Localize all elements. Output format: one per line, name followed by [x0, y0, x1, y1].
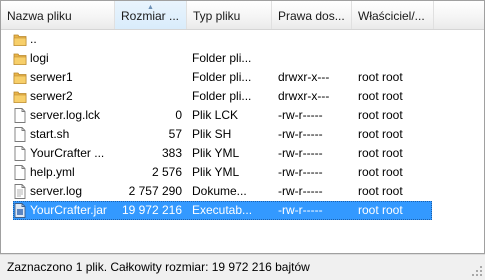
file-row[interactable]: server.log 2 757 290 Dokume... -rw-r----- ro… [1, 182, 484, 201]
resize-grip-icon[interactable] [471, 265, 483, 277]
file-type: Plik LCK [192, 108, 239, 122]
file-name-label: help.yml [30, 165, 75, 179]
folder-icon [13, 51, 27, 66]
file-name: .. [13, 30, 115, 49]
folder-icon [13, 32, 27, 47]
column-header-bar: Nazwa pliku ▲ Rozmiar ... Typ pliku Praw… [1, 1, 484, 30]
file-row[interactable]: serwer2 Folder pli... drwxr-x--- root root [1, 87, 484, 106]
file-permissions [278, 30, 348, 49]
file-name-label: YourCrafter ... [30, 146, 105, 160]
file-permissions: -rw-r----- [278, 184, 323, 198]
file-type: Plik YML [192, 146, 240, 160]
file-size: 0 [175, 108, 182, 122]
file-name-label: .. [30, 32, 37, 46]
file-row[interactable]: YourCrafter.jar 19 972 216 Executab... -rw-… [1, 201, 484, 220]
file-owner: root root [358, 70, 403, 84]
file-name: serwer1 [13, 68, 115, 87]
file-permissions [278, 49, 348, 68]
file-size: 57 [168, 127, 182, 141]
file-permissions: -rw-r----- [278, 146, 323, 160]
file-size [115, 87, 182, 106]
column-header-size-label: Rozmiar ... [121, 9, 180, 23]
file-permissions: -rw-r----- [278, 203, 323, 217]
folder-icon [13, 70, 27, 85]
file-owner: root root [358, 127, 403, 141]
sort-ascending-icon: ▲ [147, 4, 154, 11]
file-row[interactable]: server.log.lck 0 Plik LCK -rw-r----- root ro… [1, 106, 484, 125]
file-name-label: serwer2 [30, 89, 73, 103]
file-owner: root root [358, 89, 403, 103]
status-text: Zaznaczono 1 plik. Całkowity rozmiar: 19… [7, 260, 310, 274]
file-name: serwer2 [13, 87, 115, 106]
file-name-label: server.log [30, 184, 83, 198]
file-size [115, 30, 182, 49]
file-name-label: server.log.lck [30, 108, 101, 122]
jar-file-icon [13, 203, 27, 218]
file-name: logi [13, 49, 115, 68]
file-list-pane[interactable]: Nazwa pliku ▲ Rozmiar ... Typ pliku Praw… [0, 0, 485, 254]
file-row[interactable]: start.sh 57 Plik SH -rw-r----- root root [1, 125, 484, 144]
file-size [115, 49, 182, 68]
column-header-size[interactable]: ▲ Rozmiar ... [115, 1, 187, 29]
file-icon [13, 108, 27, 123]
file-owner: root root [358, 108, 403, 122]
file-type: Executab... [192, 203, 253, 217]
file-owner: root root [358, 203, 403, 217]
file-permissions: drwxr-x--- [278, 89, 330, 103]
file-owner: root root [358, 146, 403, 160]
file-type: Plik YML [192, 165, 240, 179]
file-type: Dokume... [192, 184, 247, 198]
file-icon [13, 146, 27, 161]
file-name-label: logi [30, 51, 49, 65]
file-size: 2 576 [151, 165, 182, 179]
file-row[interactable]: YourCrafter ... 383 Plik YML -rw-r----- root… [1, 144, 484, 163]
file-owner [358, 49, 433, 68]
column-header-owner[interactable]: Właściciel/... [352, 1, 434, 29]
file-permissions: -rw-r----- [278, 108, 323, 122]
file-size: 19 972 216 [121, 203, 182, 217]
file-size: 2 757 290 [128, 184, 182, 198]
file-type [192, 30, 272, 49]
file-name: YourCrafter.jar [13, 201, 115, 220]
file-name: server.log [13, 182, 115, 201]
file-row[interactable]: .. [1, 30, 484, 49]
file-permissions: -rw-r----- [278, 165, 323, 179]
file-name: help.yml [13, 163, 115, 182]
folder-icon [13, 89, 27, 104]
file-name: server.log.lck [13, 106, 115, 125]
file-size [115, 68, 182, 87]
file-type: Folder pli... [192, 51, 252, 65]
file-permissions: drwxr-x--- [278, 70, 330, 84]
file-name-label: YourCrafter.jar [30, 203, 107, 217]
file-type: Folder pli... [192, 89, 252, 103]
column-header-type[interactable]: Typ pliku [187, 1, 272, 29]
file-owner: root root [358, 165, 403, 179]
file-row[interactable]: logi Folder pli... [1, 49, 484, 68]
file-name-label: start.sh [30, 127, 70, 141]
file-name: YourCrafter ... [13, 144, 115, 163]
file-type: Plik SH [192, 127, 232, 141]
status-bar: Zaznaczono 1 plik. Całkowity rozmiar: 19… [0, 254, 485, 279]
file-row[interactable]: help.yml 2 576 Plik YML -rw-r----- root root [1, 163, 484, 182]
file-size: 383 [161, 146, 182, 160]
file-row[interactable]: serwer1 Folder pli... drwxr-x--- root root [1, 68, 484, 87]
file-name: start.sh [13, 125, 115, 144]
file-icon [13, 127, 27, 142]
file-permissions: -rw-r----- [278, 127, 323, 141]
column-header-permissions[interactable]: Prawa dos... [272, 1, 352, 29]
text-document-icon [13, 184, 27, 199]
column-header-name[interactable]: Nazwa pliku [1, 1, 115, 29]
file-type: Folder pli... [192, 70, 252, 84]
file-icon [13, 165, 27, 180]
file-owner: root root [358, 184, 403, 198]
file-owner [358, 30, 433, 49]
file-name-label: serwer1 [30, 70, 73, 84]
